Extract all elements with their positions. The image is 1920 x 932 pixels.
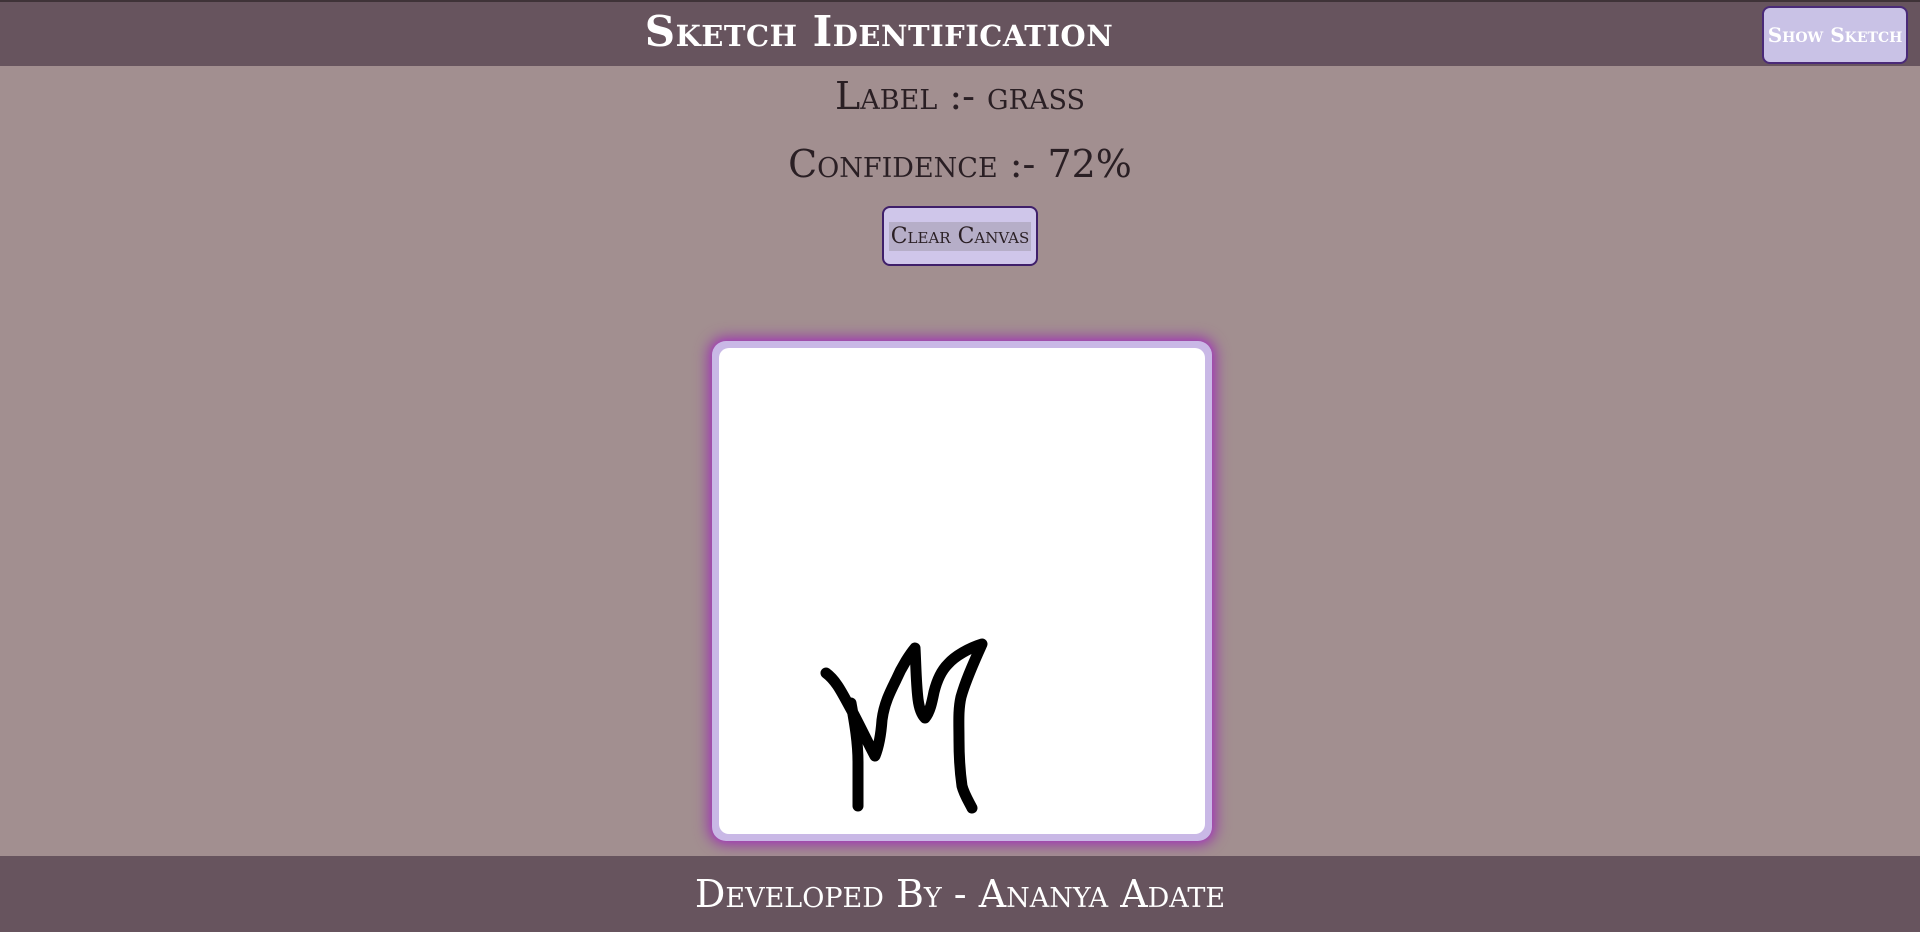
app-title: Sketch Identification [644, 7, 1114, 56]
developer-credit: Developed By - Ananya Adate [694, 872, 1226, 916]
prediction-label: Label :- grass [835, 74, 1085, 118]
show-sketch-button[interactable]: Show Sketch [1762, 6, 1908, 64]
clear-canvas-label: Clear Canvas [888, 221, 1032, 251]
canvas-frame [712, 341, 1212, 841]
prediction-confidence: Confidence :- 72% [788, 142, 1132, 186]
footer-bar: Developed By - Ananya Adate [0, 856, 1920, 932]
sketch-stroke [820, 638, 988, 814]
clear-canvas-button[interactable]: Clear Canvas [882, 206, 1038, 266]
sketch-drawing [820, 638, 988, 814]
header-bar: Sketch Identification Show Sketch [0, 0, 1920, 66]
drawing-canvas[interactable] [719, 348, 1205, 834]
